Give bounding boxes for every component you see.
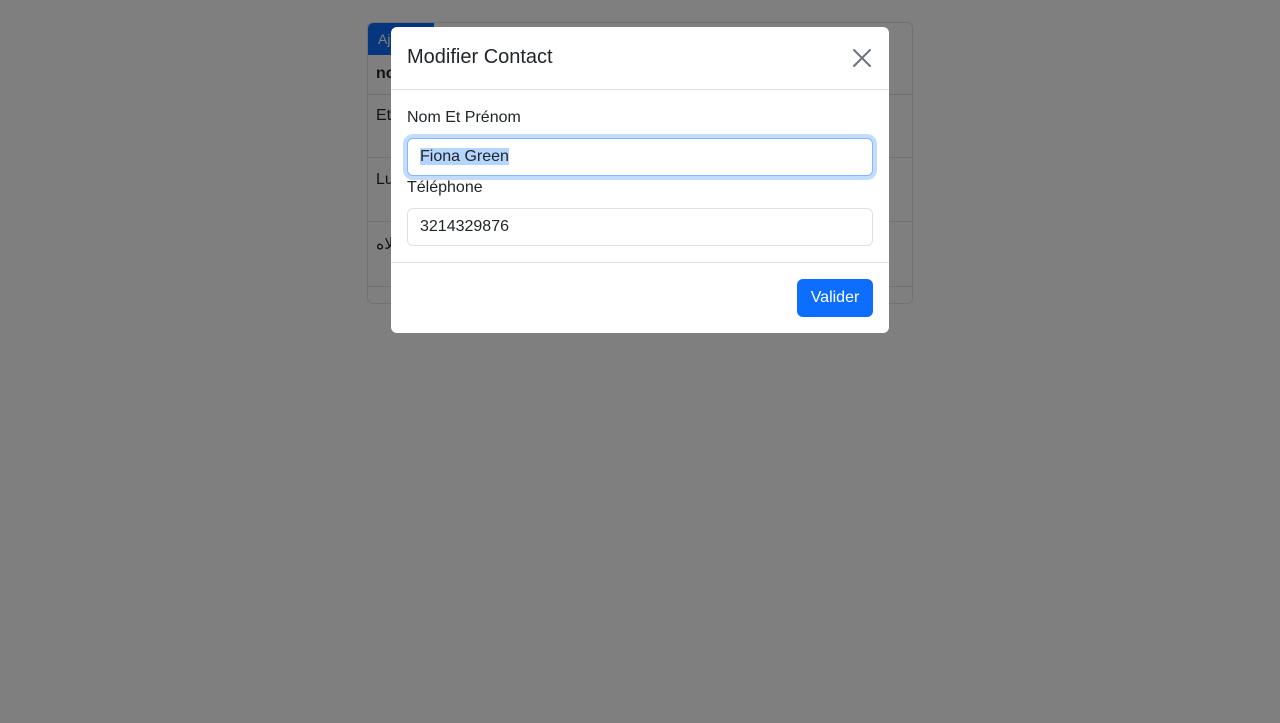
edit-contact-modal: Modifier Contact Nom Et Prénom Fiona Gre… bbox=[391, 27, 889, 333]
phone-input[interactable] bbox=[407, 208, 873, 246]
close-button[interactable] bbox=[851, 47, 873, 69]
submit-button[interactable]: Valider bbox=[797, 279, 873, 317]
close-icon bbox=[851, 47, 873, 69]
phone-label: Téléphone bbox=[407, 179, 483, 196]
name-label: Nom Et Prénom bbox=[407, 109, 521, 126]
modal-title: Modifier Contact bbox=[407, 46, 553, 68]
modal-header: Modifier Contact bbox=[391, 27, 889, 90]
name-input[interactable]: Fiona Green bbox=[407, 138, 873, 176]
modal-footer: Valider bbox=[391, 262, 889, 333]
name-input-value: Fiona Green bbox=[420, 148, 509, 165]
